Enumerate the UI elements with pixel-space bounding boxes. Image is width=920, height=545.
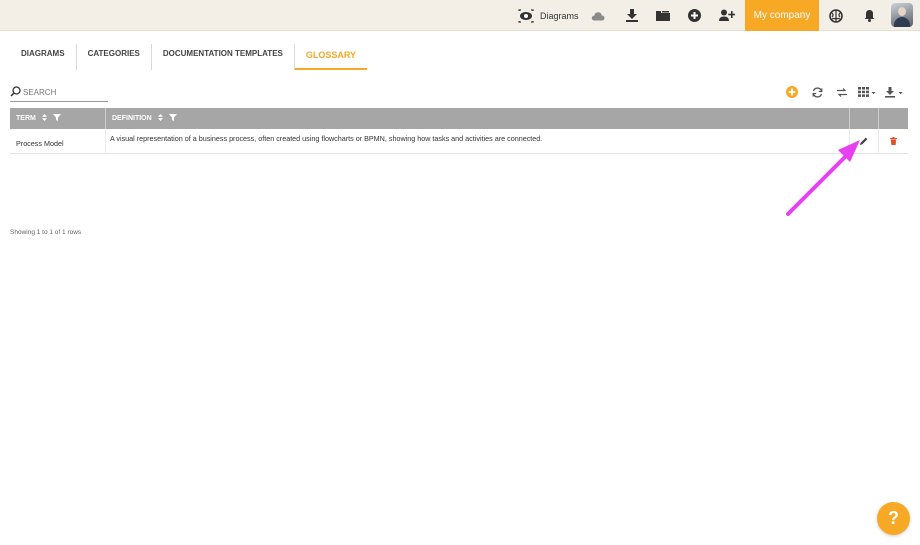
glossary-table: TERM DEFINITION Process Model A visual r… (10, 108, 908, 154)
column-header-definition[interactable]: DEFINITION (106, 108, 850, 129)
pagination-info: Showing 1 to 1 of 1 rows (10, 229, 82, 236)
table-row: Process Model A visual representation of… (10, 129, 908, 154)
refresh-icon[interactable] (810, 85, 824, 99)
diagrams-menu[interactable]: Diagrams (518, 0, 580, 31)
column-header-edit (850, 108, 879, 129)
sort-icon[interactable] (157, 114, 163, 123)
bell-icon[interactable] (861, 0, 877, 31)
avatar[interactable] (891, 3, 913, 27)
add-user-icon[interactable] (718, 0, 736, 31)
sort-icon[interactable] (41, 114, 47, 123)
column-definition-label: DEFINITION (112, 115, 152, 122)
trash-icon (890, 136, 897, 147)
tab-categories[interactable]: CATEGORIES (77, 44, 152, 70)
tab-documentation-templates[interactable]: DOCUMENTATION TEMPLATES (152, 44, 295, 70)
help-button[interactable]: ? (877, 502, 910, 535)
avatar-head (898, 7, 906, 16)
filter-icon[interactable] (168, 114, 177, 123)
diagrams-eye-icon (518, 8, 534, 23)
delete-button[interactable] (879, 129, 908, 154)
add-circle-icon[interactable] (785, 85, 799, 99)
download-icon[interactable] (624, 0, 640, 31)
table-toolbar (0, 85, 920, 99)
diagrams-label: Diagrams (540, 10, 579, 21)
plus-circle-icon[interactable] (686, 0, 702, 31)
column-term-label: TERM (16, 115, 36, 122)
cell-term: Process Model (10, 129, 106, 154)
column-header-term[interactable]: TERM (10, 108, 106, 129)
brain-icon[interactable] (828, 0, 844, 31)
tab-glossary[interactable]: GLOSSARY (294, 44, 368, 70)
tab-diagrams[interactable]: DIAGRAMS (10, 44, 77, 70)
tab-bar: DIAGRAMS CATEGORIES DOCUMENTATION TEMPLA… (10, 44, 368, 70)
my-company-label: My company (753, 10, 811, 21)
column-header-delete (879, 108, 908, 129)
columns-icon[interactable] (857, 85, 877, 99)
filter-icon[interactable] (52, 114, 61, 123)
my-company-button[interactable]: My company (745, 0, 819, 31)
export-icon[interactable] (883, 85, 905, 99)
cloud-icon[interactable] (590, 0, 606, 31)
annotation-arrow-icon (786, 140, 860, 216)
cell-definition: A visual representation of a business pr… (106, 129, 850, 154)
folder-icon[interactable] (655, 0, 671, 31)
avatar-body (894, 17, 910, 27)
toggle-icon[interactable] (835, 85, 849, 99)
top-bar: Diagrams My company (0, 0, 920, 31)
table-header: TERM DEFINITION (10, 108, 908, 129)
